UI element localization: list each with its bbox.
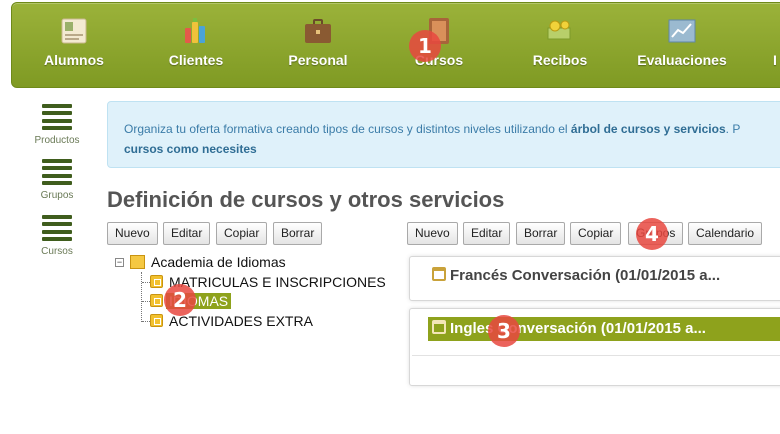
tree-edit-button[interactable]: Editar: [163, 222, 211, 245]
bottles-icon: [185, 18, 205, 43]
sidebar-label-productos: Productos: [34, 135, 80, 146]
info-text-2: . P: [725, 122, 741, 136]
step-marker-3: 3: [488, 315, 520, 347]
page-title: Definición de cursos y otros servicios: [107, 187, 505, 212]
nav-clientes[interactable]: Clientes: [136, 0, 256, 86]
box-icon: [150, 275, 163, 288]
group-copy-button[interactable]: Copiar: [570, 222, 622, 245]
list-icon: [42, 215, 72, 241]
nav-evaluaciones[interactable]: Evaluaciones: [622, 0, 742, 86]
group-new-button[interactable]: Nuevo: [407, 222, 458, 245]
list-icon: [42, 159, 72, 185]
nav-label-clientes: Clientes: [168, 52, 224, 68]
tree-root-label: Academia de Idiomas: [151, 254, 286, 270]
tree-root-node[interactable]: Academia de Idiomas: [130, 254, 289, 272]
tree-connector: [141, 272, 142, 322]
tree-collapse-toggle[interactable]: −: [115, 258, 124, 267]
sidebar-item-grupos[interactable]: Grupos: [20, 159, 94, 201]
nav-label-recibos: Recibos: [532, 52, 588, 68]
info-bold-1: árbol de cursos y servicios: [570, 122, 726, 136]
nav-label-alumnos: Alumnos: [44, 52, 104, 68]
nav-label-personal: Personal: [288, 52, 348, 68]
step-marker-1: 1: [409, 30, 441, 62]
step-marker-4: 4: [636, 218, 668, 250]
info-box: Organiza tu oferta formativa creando tip…: [107, 101, 780, 168]
sidebar-item-cursos[interactable]: Cursos: [20, 215, 94, 257]
group-title: Francés Conversación (01/01/2015 a...: [450, 267, 721, 284]
student-card-icon: [61, 18, 87, 44]
calendar-icon: [432, 267, 446, 281]
tree-delete-button[interactable]: Borrar: [273, 222, 323, 245]
nav-label-cursos: Cursos: [414, 52, 464, 68]
sidebar-item-productos[interactable]: Productos: [20, 104, 94, 146]
tree-node-label: MATRICULAS E INSCRIPCIONES: [169, 274, 386, 290]
money-icon: [547, 20, 571, 40]
tree-node-actividades[interactable]: ACTIVIDADES EXTRA: [150, 313, 316, 331]
building-icon: [130, 255, 145, 269]
nav-more[interactable]: I: [757, 0, 780, 86]
list-icon: [42, 104, 72, 130]
tree-node-label: ACTIVIDADES EXTRA: [169, 313, 313, 329]
calendar-icon: [432, 320, 446, 334]
group-edit-button[interactable]: Editar: [463, 222, 511, 245]
tree-connector: [142, 282, 150, 283]
step-marker-2: 2: [164, 284, 196, 316]
box-icon: [150, 294, 163, 307]
nav-personal[interactable]: Personal: [258, 0, 378, 86]
group-header-frances[interactable]: Francés Conversación (01/01/2015 a...: [428, 264, 780, 288]
nav-alumnos[interactable]: Alumnos: [14, 0, 134, 86]
briefcase-icon: [305, 19, 331, 43]
info-text-1: Organiza tu oferta formativa creando tip…: [124, 122, 571, 136]
group-delete-button[interactable]: Borrar: [516, 222, 566, 245]
sidebar-label-grupos: Grupos: [40, 190, 74, 201]
sidebar-label-cursos: Cursos: [41, 246, 73, 257]
group-calendar-button[interactable]: Calendario: [688, 222, 763, 245]
nav-label-evaluaciones: Evaluaciones: [637, 52, 727, 68]
nav-recibos[interactable]: Recibos: [500, 0, 620, 86]
chart-icon: [668, 19, 696, 43]
tree-connector: [142, 301, 150, 302]
nav-label-more: I: [773, 52, 777, 68]
tree-copy-button[interactable]: Copiar: [216, 222, 268, 245]
tree-connector: [142, 321, 150, 322]
group-header-ingles[interactable]: Ingles Conversación (01/01/2015 a...: [428, 317, 780, 341]
box-icon: [150, 314, 163, 327]
tree-new-button[interactable]: Nuevo: [107, 222, 158, 245]
group-divider: [412, 355, 780, 356]
info-bold-2: cursos como necesites: [124, 142, 257, 156]
